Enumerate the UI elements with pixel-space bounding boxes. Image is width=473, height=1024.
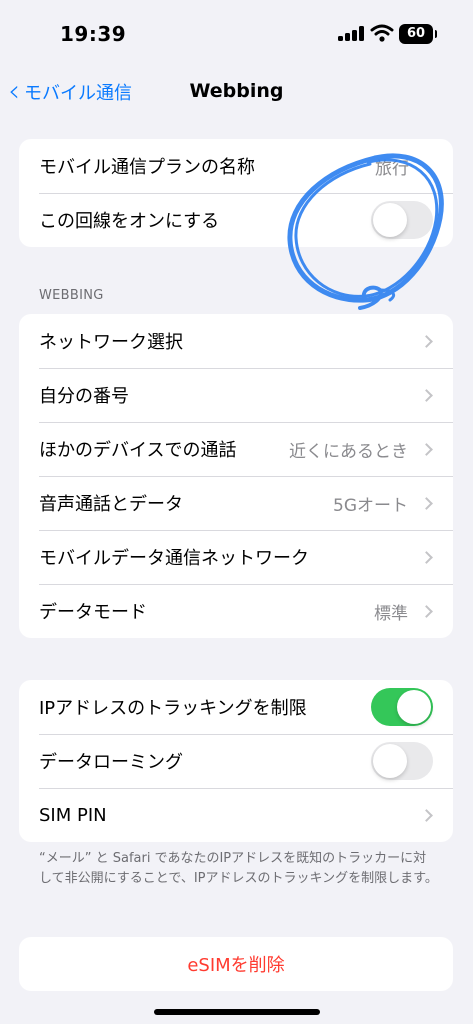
calls-on-other-devices-label: ほかのデバイスでの通話: [39, 440, 237, 461]
voice-and-data-row[interactable]: 音声通話とデータ 5Gオート: [19, 476, 453, 530]
network-selection-label: ネットワーク選択: [39, 332, 183, 353]
limit-ip-tracking-toggle[interactable]: [371, 688, 433, 726]
chevron-right-icon: [420, 496, 433, 510]
chevron-right-icon: [420, 550, 433, 564]
chevron-right-icon: [420, 808, 433, 822]
plan-name-row[interactable]: モバイル通信プランの名称 旅行: [19, 139, 453, 193]
data-mode-value: 標準: [374, 603, 408, 624]
line-on-label: この回線をオンにする: [39, 211, 220, 232]
status-bar: 19:39 60: [0, 0, 473, 70]
status-time: 19:39: [60, 22, 127, 46]
data-roaming-label: データローミング: [39, 752, 183, 773]
toggle-knob: [373, 744, 407, 778]
plan-name-label: モバイル通信プランの名称: [39, 157, 255, 178]
ip-tracking-footer: “メール” と Safari であなたのIPアドレスを既知のトラッカーに対して非…: [39, 851, 438, 886]
plan-settings-group: モバイル通信プランの名称 旅行 この回線をオンにする: [19, 139, 453, 247]
chevron-right-icon: [420, 604, 433, 618]
chevron-right-icon: [420, 334, 433, 348]
toggle-knob: [397, 690, 431, 724]
sim-pin-label: SIM PIN: [39, 804, 107, 826]
navigation-bar: ‹ モバイル通信 Webbing: [0, 70, 473, 114]
limit-ip-tracking-row: IPアドレスのトラッキングを制限: [19, 680, 453, 734]
wifi-icon: [370, 24, 394, 42]
signal-icon: [338, 25, 364, 41]
data-roaming-row: データローミング: [19, 734, 453, 788]
webbing-settings-group: ネットワーク選択 自分の番号 ほかのデバイスでの通話 近くにあるとき 音声通話と…: [19, 314, 453, 638]
home-indicator: [154, 1009, 320, 1015]
section-header-webbing: WEBBING: [39, 288, 104, 303]
mobile-data-network-row[interactable]: モバイルデータ通信ネットワーク: [19, 530, 453, 584]
my-number-row[interactable]: 自分の番号: [19, 368, 453, 422]
network-selection-row[interactable]: ネットワーク選択: [19, 314, 453, 368]
voice-and-data-label: 音声通話とデータ: [39, 494, 183, 515]
chevron-right-icon: [420, 388, 433, 402]
data-mode-row[interactable]: データモード 標準: [19, 584, 453, 638]
chevron-right-icon: [420, 442, 433, 456]
line-on-row: この回線をオンにする: [19, 193, 453, 247]
calls-on-other-devices-row[interactable]: ほかのデバイスでの通話 近くにあるとき: [19, 422, 453, 476]
toggle-knob: [373, 203, 407, 237]
delete-esim-button[interactable]: eSIMを削除: [19, 937, 453, 991]
privacy-roaming-group: IPアドレスのトラッキングを制限 データローミング SIM PIN: [19, 680, 453, 842]
battery-icon: 60: [399, 24, 437, 44]
data-mode-label: データモード: [39, 602, 147, 623]
page-title: Webbing: [189, 80, 284, 102]
voice-and-data-value: 5Gオート: [333, 495, 408, 516]
line-on-toggle[interactable]: [371, 201, 433, 239]
sim-pin-row[interactable]: SIM PIN: [19, 788, 453, 842]
limit-ip-tracking-label: IPアドレスのトラッキングを制限: [39, 698, 307, 719]
plan-name-value: 旅行: [375, 158, 409, 179]
my-number-label: 自分の番号: [39, 386, 129, 407]
delete-esim-group: eSIMを削除: [19, 937, 453, 991]
delete-esim-label: eSIMを削除: [187, 955, 285, 976]
mobile-data-network-label: モバイルデータ通信ネットワーク: [39, 548, 309, 569]
data-roaming-toggle[interactable]: [371, 742, 433, 780]
calls-on-other-devices-value: 近くにあるとき: [289, 441, 408, 462]
